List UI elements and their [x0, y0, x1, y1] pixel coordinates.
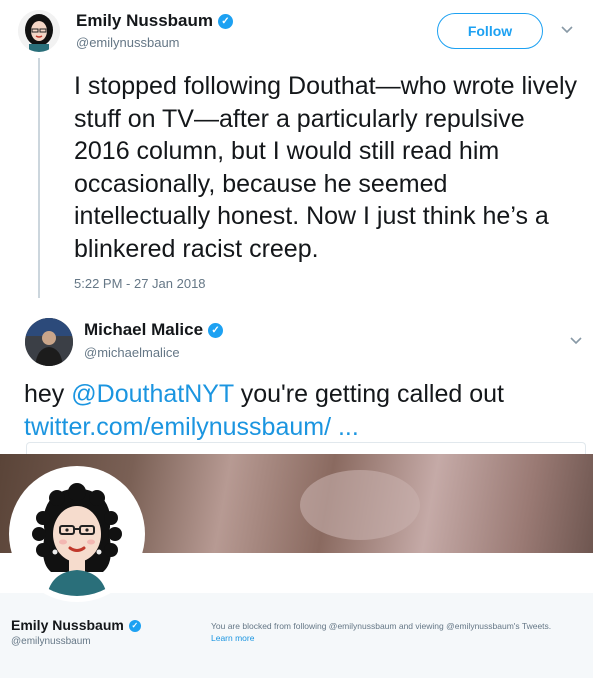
tweet2-author-handle[interactable]: @michaelmalice: [84, 345, 180, 360]
banner-blur-shape: [300, 470, 420, 540]
chevron-down-icon[interactable]: [560, 22, 574, 40]
profile-avatar[interactable]: [15, 472, 139, 596]
tweet1-timestamp[interactable]: 5:22 PM - 27 Jan 2018: [74, 276, 206, 291]
verified-badge-icon: ✓: [128, 620, 141, 633]
profile-handle[interactable]: @emilynussbaum: [11, 636, 91, 647]
avatar-emily[interactable]: [18, 10, 60, 52]
verified-badge-icon: ✓: [218, 14, 233, 30]
tweet1-text: I stopped following Douthat—who wrote li…: [74, 72, 578, 263]
thread-connector: [38, 58, 40, 298]
blocked-notice: You are blocked from following @emilynus…: [211, 621, 552, 631]
tweet2-author-name[interactable]: Michael Malice ✓: [84, 320, 224, 340]
mention-link[interactable]: @DouthatNYT: [71, 380, 234, 408]
avatar-michael[interactable]: [25, 318, 73, 366]
tweet-url-link[interactable]: twitter.com/emilynussbaum/ ...: [24, 413, 359, 441]
tweet2-text: hey @DouthatNYT you're getting called ou…: [24, 380, 504, 441]
follow-button[interactable]: Follow: [437, 13, 543, 49]
tweet1-author-name[interactable]: Emily Nussbaum ✓: [76, 11, 233, 31]
tweet1-author-handle[interactable]: @emilynussbaum: [76, 35, 180, 50]
chevron-down-icon[interactable]: [569, 333, 583, 351]
profile-name[interactable]: Emily Nussbaum ✓: [11, 617, 141, 633]
verified-badge-icon: ✓: [208, 323, 224, 339]
learn-more-link[interactable]: Learn more: [211, 633, 254, 643]
